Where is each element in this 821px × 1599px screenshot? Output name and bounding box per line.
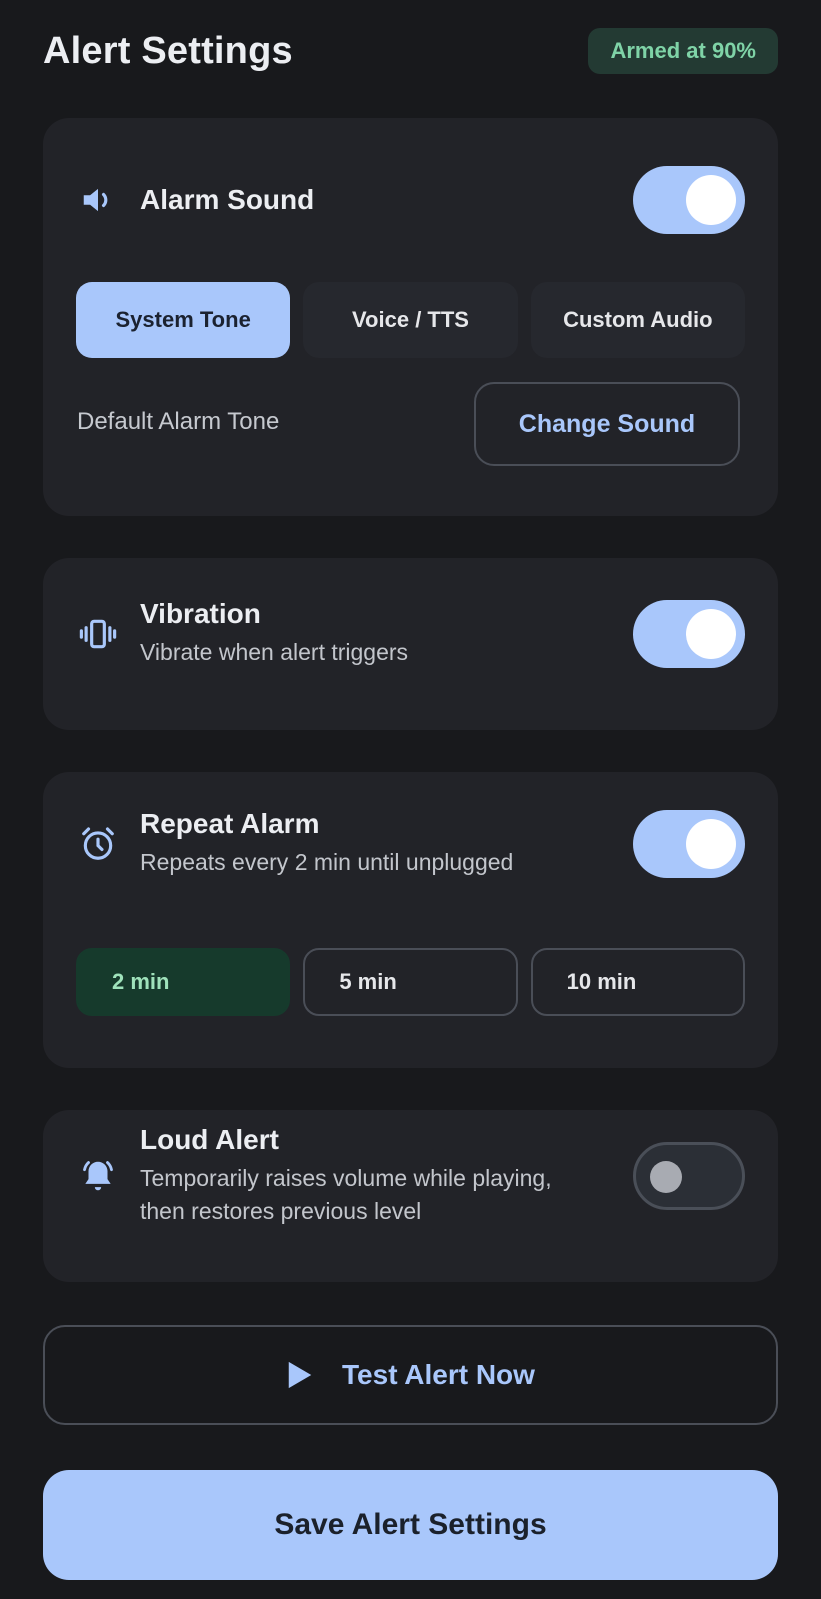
repeat-alarm-texts: Repeat Alarm Repeats every 2 min until u…	[140, 808, 633, 879]
repeat-alarm-subtitle: Repeats every 2 min until unplugged	[140, 849, 514, 875]
alarm-sound-toggle[interactable]	[633, 166, 745, 234]
vibration-card: Vibration Vibrate when alert triggers	[43, 558, 778, 730]
loud-alert-subtitle-line1: Temporarily raises volume while playing,	[140, 1165, 552, 1191]
alarm-sound-row: Alarm Sound	[76, 166, 745, 234]
repeat-alarm-title: Repeat Alarm	[140, 808, 320, 839]
loud-alert-subtitle-line2: then restores previous level	[140, 1198, 422, 1225]
toggle-knob	[686, 818, 736, 869]
speaker-icon	[76, 178, 120, 222]
current-tone-label: Default Alarm Tone	[77, 408, 280, 435]
vibration-subtitle: Vibrate when alert triggers	[140, 639, 409, 665]
alarm-sound-card: Alarm Sound System Tone Voice / TTS Cust…	[43, 118, 778, 516]
bell-ringing-icon	[76, 1154, 120, 1198]
test-alert-label: Test Alert Now	[342, 1359, 535, 1390]
vibration-texts: Vibration Vibrate when alert triggers	[140, 598, 633, 669]
loud-alert-texts: Loud Alert Temporarily raises volume whi…	[140, 1124, 633, 1229]
loud-alert-subtitle: Temporarily raises volume while playing,…	[140, 1162, 633, 1229]
interval-option-2-min[interactable]: 2 min	[76, 948, 291, 1016]
vibration-icon	[76, 612, 120, 656]
test-alert-button[interactable]: Test Alert Now	[43, 1325, 778, 1425]
alarm-sound-texts: Alarm Sound	[140, 184, 633, 216]
vibration-title: Vibration	[140, 598, 261, 629]
sound-option-system-tone[interactable]: System Tone	[76, 282, 291, 358]
loud-alert-card: Loud Alert Temporarily raises volume whi…	[43, 1110, 778, 1282]
header: Alert Settings Armed at 90%	[43, 22, 778, 80]
repeat-alarm-row: Repeat Alarm Repeats every 2 min until u…	[76, 808, 745, 879]
toggle-knob	[686, 175, 736, 225]
repeat-alarm-card: Repeat Alarm Repeats every 2 min until u…	[43, 772, 778, 1068]
repeat-alarm-toggle[interactable]	[633, 809, 745, 878]
save-alert-settings-button[interactable]: Save Alert Settings	[43, 1470, 778, 1580]
interval-option-5-min[interactable]: 5 min	[303, 948, 518, 1016]
sound-type-selector: System Tone Voice / TTS Custom Audio	[76, 282, 745, 358]
repeat-interval-selector: 2 min 5 min 10 min	[76, 948, 745, 1016]
play-icon	[288, 1361, 312, 1389]
loud-alert-title: Loud Alert	[140, 1124, 279, 1155]
loud-alert-toggle[interactable]	[633, 1142, 745, 1211]
change-sound-button[interactable]: Change Sound	[474, 382, 740, 466]
sound-option-custom-audio[interactable]: Custom Audio	[530, 282, 745, 358]
loud-alert-row: Loud Alert Temporarily raises volume whi…	[76, 1124, 745, 1229]
toggle-knob	[686, 608, 736, 659]
status-badge: Armed at 90%	[588, 28, 778, 74]
alarm-clock-icon	[76, 822, 120, 866]
interval-option-10-min[interactable]: 10 min	[530, 948, 745, 1016]
sound-option-voice-tts[interactable]: Voice / TTS	[303, 282, 518, 358]
toggle-knob	[650, 1161, 682, 1194]
vibration-toggle[interactable]	[633, 599, 745, 668]
page-title: Alert Settings	[43, 29, 293, 72]
alert-settings-screen: Alert Settings Armed at 90% Alarm Sound …	[0, 0, 821, 1599]
vibration-row: Vibration Vibrate when alert triggers	[76, 598, 745, 669]
alarm-sound-title: Alarm Sound	[140, 184, 315, 215]
